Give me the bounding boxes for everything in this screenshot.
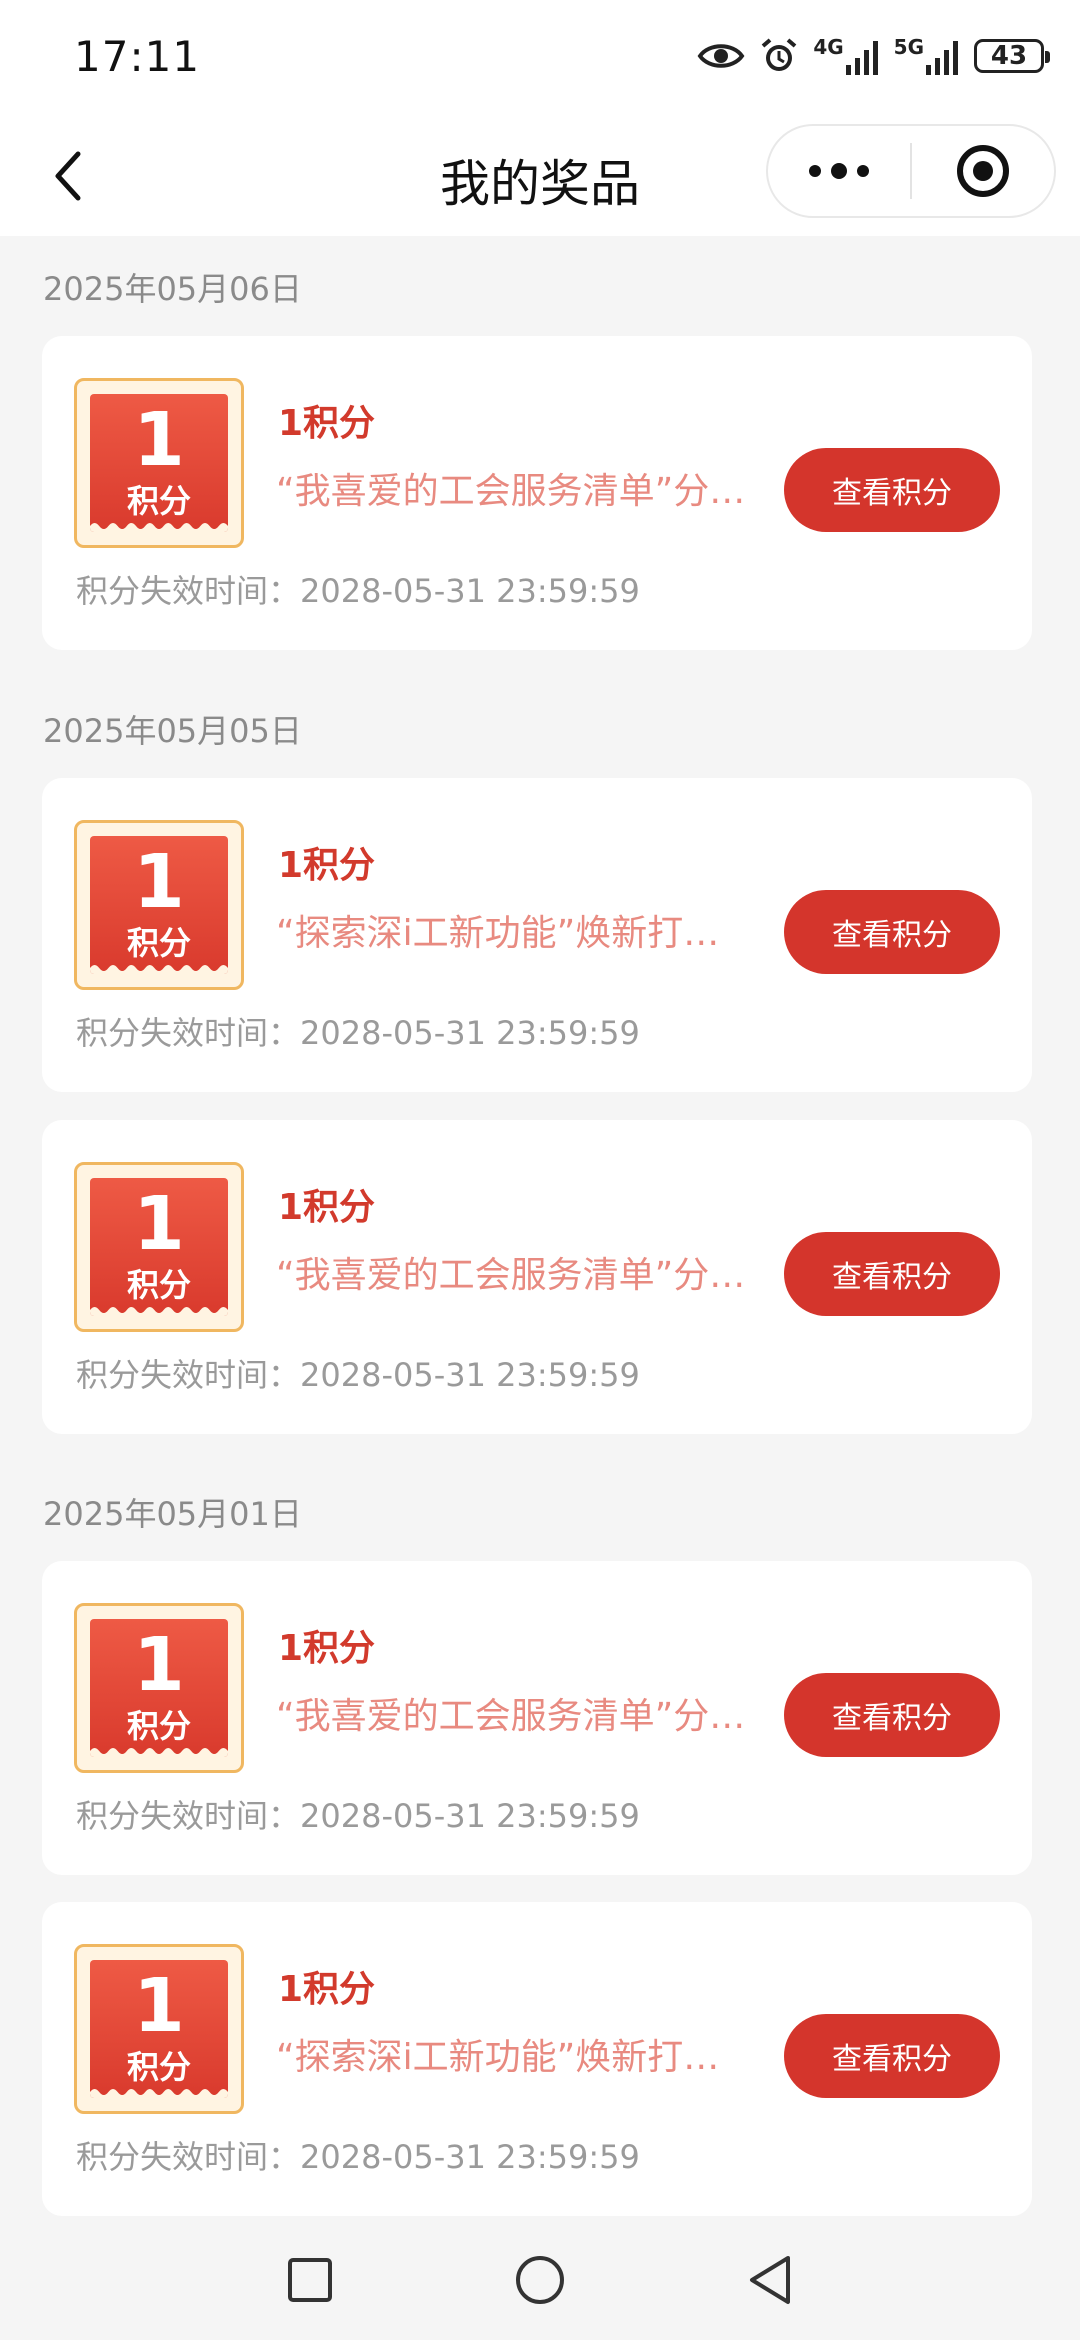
badge-wave-decoration (90, 2089, 228, 2098)
signal-4g-icon: 4G (813, 37, 879, 75)
prize-title: 1积分 (278, 845, 376, 886)
prize-description: “我喜爱的工会服务清单”分… (276, 1255, 746, 1296)
network-4g-label: 4G (813, 35, 844, 59)
points-badge: 1 积分 (74, 378, 244, 548)
more-button[interactable] (768, 126, 910, 216)
badge-wave-decoration (90, 965, 228, 974)
close-miniprogram-button[interactable] (912, 126, 1054, 216)
view-points-button[interactable]: 查看积分 (784, 890, 1000, 974)
status-icons: 4G 5G 43 (697, 36, 1050, 76)
status-bar: 17:11 4G 5G 43 (0, 0, 1080, 116)
target-circle-icon (956, 145, 1009, 197)
triangle-back-icon (750, 2256, 790, 2304)
badge-unit: 积分 (126, 482, 191, 520)
badge-number: 1 (133, 1622, 185, 1708)
prize-card: 1 积分 1积分 “探索深i工新功能”焕新打… 积分失效时间：2028-05-3… (42, 1902, 1032, 2216)
date-header: 2025年05月05日 (43, 712, 302, 750)
prize-title: 1积分 (278, 1969, 376, 2010)
prize-list: 2025年05月06日 1 积分 1积分 “我喜爱的工会服务清单”分… 积分失效… (0, 236, 1080, 2220)
badge-unit: 积分 (126, 924, 191, 962)
view-points-button[interactable]: 查看积分 (784, 1673, 1000, 1757)
nav-bar: 我的奖品 (0, 116, 1080, 236)
circle-home-icon (516, 2256, 564, 2304)
prize-expiry: 积分失效时间：2028-05-31 23:59:59 (76, 1797, 640, 1835)
badge-number: 1 (133, 1963, 185, 2049)
recents-button[interactable] (278, 2248, 342, 2312)
prize-card: 1 积分 1积分 “探索深i工新功能”焕新打… 积分失效时间：2028-05-3… (42, 778, 1032, 1092)
battery-icon: 43 (974, 39, 1050, 73)
battery-level: 43 (990, 41, 1028, 71)
prize-card: 1 积分 1积分 “我喜爱的工会服务清单”分… 积分失效时间：2028-05-3… (42, 1561, 1032, 1875)
eye-icon (697, 40, 745, 72)
badge-unit: 积分 (126, 2048, 191, 2086)
points-badge: 1 积分 (74, 1603, 244, 1773)
prize-expiry: 积分失效时间：2028-05-31 23:59:59 (76, 1356, 640, 1394)
date-header: 2025年05月06日 (43, 270, 302, 308)
signal-5g-icon: 5G (894, 37, 960, 75)
points-badge: 1 积分 (74, 1944, 244, 2114)
status-time: 17:11 (74, 32, 201, 81)
badge-wave-decoration (90, 1307, 228, 1316)
alarm-icon (759, 36, 799, 76)
prize-description: “探索深i工新功能”焕新打… (276, 2037, 720, 2078)
prize-title: 1积分 (278, 1187, 376, 1228)
view-points-button[interactable]: 查看积分 (784, 448, 1000, 532)
badge-unit: 积分 (126, 1707, 191, 1745)
square-recents-icon (288, 2258, 332, 2302)
more-dots-icon (809, 163, 869, 179)
home-button[interactable] (508, 2248, 572, 2312)
system-back-button[interactable] (738, 2248, 802, 2312)
badge-number: 1 (133, 839, 185, 925)
system-navigation-bar (0, 2220, 1080, 2340)
prize-description: “我喜爱的工会服务清单”分… (276, 1696, 746, 1737)
mini-program-capsule (766, 124, 1056, 218)
view-points-button[interactable]: 查看积分 (784, 2014, 1000, 2098)
badge-wave-decoration (90, 523, 228, 532)
badge-number: 1 (133, 1181, 185, 1267)
prize-description: “我喜爱的工会服务清单”分… (276, 471, 746, 512)
points-badge: 1 积分 (74, 820, 244, 990)
prize-card: 1 积分 1积分 “我喜爱的工会服务清单”分… 积分失效时间：2028-05-3… (42, 336, 1032, 650)
badge-wave-decoration (90, 1748, 228, 1757)
badge-unit: 积分 (126, 1266, 191, 1304)
prize-description: “探索深i工新功能”焕新打… (276, 913, 720, 954)
points-badge: 1 积分 (74, 1162, 244, 1332)
prize-expiry: 积分失效时间：2028-05-31 23:59:59 (76, 2138, 640, 2176)
date-header: 2025年05月01日 (43, 1495, 302, 1533)
prize-title: 1积分 (278, 1628, 376, 1669)
badge-number: 1 (133, 397, 185, 483)
prize-expiry: 积分失效时间：2028-05-31 23:59:59 (76, 572, 640, 610)
view-points-button[interactable]: 查看积分 (784, 1232, 1000, 1316)
prize-title: 1积分 (278, 403, 376, 444)
prize-expiry: 积分失效时间：2028-05-31 23:59:59 (76, 1014, 640, 1052)
network-5g-label: 5G (893, 35, 924, 59)
prize-card: 1 积分 1积分 “我喜爱的工会服务清单”分… 积分失效时间：2028-05-3… (42, 1120, 1032, 1434)
